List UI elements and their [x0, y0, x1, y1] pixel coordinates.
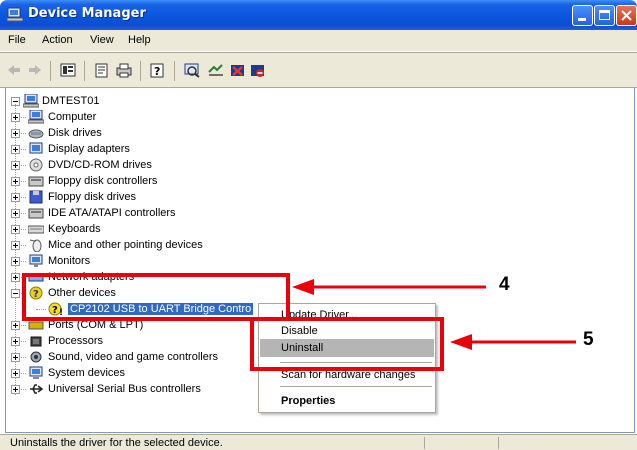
status-bar: Uninstalls the driver for the selected d…	[0, 434, 637, 450]
status-text: Uninstalls the driver for the selected d…	[10, 437, 223, 449]
sound-icon	[30, 351, 42, 363]
toolbar-separator	[84, 61, 85, 81]
properties-icon[interactable]	[94, 63, 110, 78]
tree-item-label: Monitors	[48, 255, 91, 267]
status-separator	[424, 437, 425, 449]
callout-arrow-4	[292, 279, 486, 295]
menu-view[interactable]: View	[90, 34, 114, 46]
computer-icon	[28, 110, 44, 124]
tree-item-label: System devices	[48, 367, 126, 379]
expand-icon[interactable]	[11, 385, 20, 394]
system-device-icon	[29, 366, 43, 379]
collapse-icon[interactable]	[11, 289, 20, 298]
maximize-icon	[599, 10, 610, 20]
minimize-icon	[578, 18, 586, 21]
expand-icon[interactable]	[11, 353, 20, 362]
expand-icon[interactable]	[11, 177, 20, 186]
tree-item-label: Keyboards	[48, 223, 101, 235]
properties-view-icon[interactable]	[60, 63, 76, 78]
tree-item-label: IDE ATA/ATAPI controllers	[48, 207, 176, 219]
device-manager-window: Device Manager File Action View Help ? D…	[0, 0, 637, 450]
expand-icon[interactable]	[11, 129, 20, 138]
maximize-button[interactable]	[594, 5, 615, 26]
expand-icon[interactable]	[11, 337, 20, 346]
forward-icon[interactable]	[27, 63, 43, 78]
processor-icon	[30, 336, 42, 347]
close-icon	[621, 10, 632, 21]
print-icon[interactable]	[116, 63, 132, 78]
svg-text:?: ?	[154, 65, 160, 78]
tree-item-label: DVD/CD-ROM drives	[48, 159, 152, 171]
expand-icon[interactable]	[11, 369, 20, 378]
tree-item-label: Floppy disk drives	[48, 191, 137, 203]
toolbar-separator	[174, 61, 175, 81]
device-manager-icon	[7, 7, 23, 22]
callout-box-device	[22, 273, 290, 321]
monitor-icon	[29, 254, 43, 267]
expand-icon[interactable]	[11, 321, 20, 330]
update-driver-icon[interactable]	[208, 63, 224, 78]
expand-icon[interactable]	[11, 113, 20, 122]
controller-icon	[28, 176, 44, 187]
tree-item-label: Floppy disk controllers	[48, 175, 158, 187]
dvd-icon	[29, 158, 43, 172]
tree-item-label: Universal Serial Bus controllers	[48, 383, 201, 395]
expand-icon[interactable]	[11, 273, 20, 282]
expand-icon[interactable]	[11, 161, 20, 170]
toolbar: ?	[0, 52, 637, 88]
tree-item-label: Computer	[48, 111, 97, 123]
toolbar-separator	[140, 61, 141, 81]
menu-action[interactable]: Action	[42, 34, 73, 46]
toolbar-separator	[50, 61, 51, 81]
callout-number-4: 4	[499, 274, 510, 295]
menu-file[interactable]: File	[8, 34, 26, 46]
expand-icon[interactable]	[11, 145, 20, 154]
disk-drive-icon	[28, 129, 44, 139]
callout-arrow-5	[450, 334, 576, 350]
floppy-icon	[29, 190, 43, 204]
disable-icon[interactable]	[250, 63, 266, 78]
tree-item-label: Mice and other pointing devices	[48, 239, 203, 251]
tree-item-label: Processors	[48, 335, 104, 347]
display-adapter-icon	[29, 142, 43, 154]
callout-box-uninstall	[250, 317, 444, 371]
menu-help[interactable]: Help	[128, 34, 151, 46]
close-button[interactable]	[616, 5, 637, 26]
status-separator	[498, 437, 499, 449]
tree-item-label: Sound, video and game controllers	[48, 351, 218, 363]
uninstall-icon[interactable]	[230, 63, 246, 78]
window-title: Device Manager	[28, 6, 146, 21]
help-icon[interactable]: ?	[150, 63, 166, 78]
expand-icon[interactable]	[11, 257, 20, 266]
expand-icon[interactable]	[11, 241, 20, 250]
menu-bar: File Action View Help	[0, 30, 637, 52]
computer-icon	[23, 94, 39, 108]
expand-icon[interactable]	[11, 193, 20, 202]
expand-icon[interactable]	[11, 225, 20, 234]
back-icon[interactable]	[6, 63, 22, 78]
scan-hardware-icon[interactable]	[184, 63, 200, 78]
callout-number-5: 5	[583, 329, 594, 350]
tree-item-label: Disk drives	[48, 127, 102, 139]
menu-properties[interactable]: Properties	[260, 392, 434, 410]
menu-separator	[280, 386, 432, 387]
title-bar[interactable]: Device Manager	[0, 0, 637, 30]
tree-item-label: Display adapters	[48, 143, 130, 155]
tree-root-label: DMTEST01	[42, 95, 100, 107]
expand-icon[interactable]	[11, 209, 20, 218]
ide-controller-icon	[28, 208, 44, 219]
mouse-icon	[29, 239, 42, 252]
usb-icon	[30, 384, 44, 394]
minimize-button[interactable]	[572, 5, 593, 26]
keyboard-icon	[28, 225, 44, 234]
